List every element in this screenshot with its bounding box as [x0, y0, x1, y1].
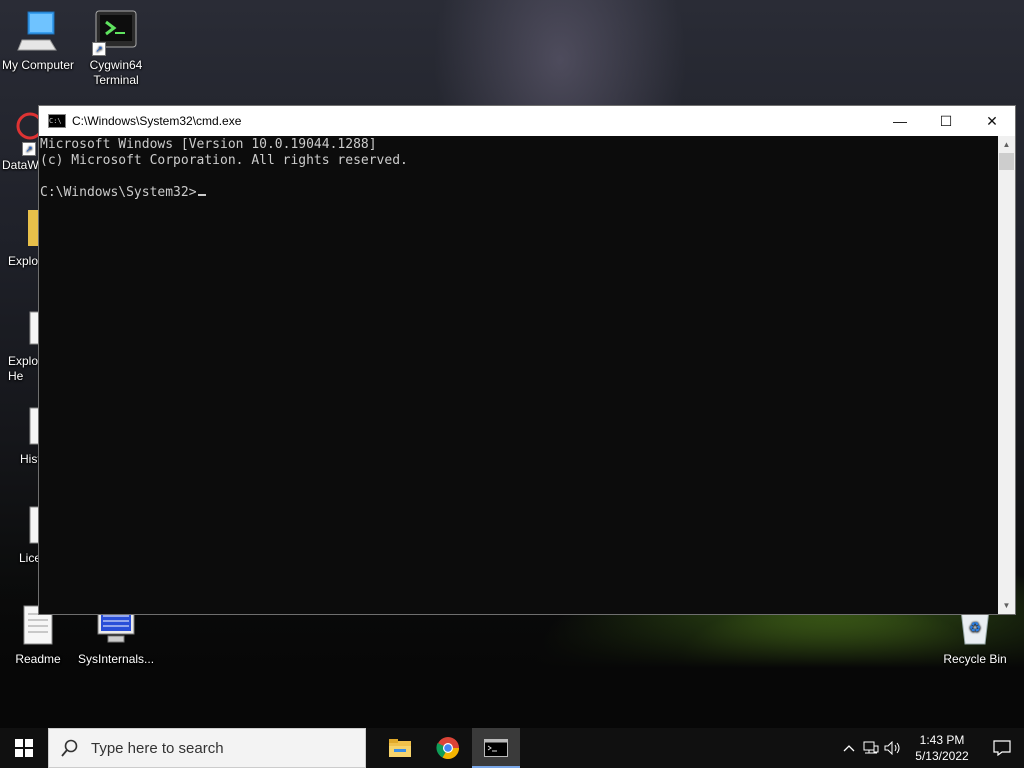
desktop-icon-label: Readme [15, 652, 61, 666]
console-line: Microsoft Windows [Version 10.0.19044.12… [40, 137, 377, 152]
computer-icon [16, 10, 60, 54]
taskbar: 1:43 PM 5/13/2022 [0, 728, 1024, 768]
scroll-down-icon[interactable]: ▼ [998, 597, 1015, 614]
clock-date: 5/13/2022 [915, 749, 969, 763]
window-title: C:\Windows\System32\cmd.exe [72, 114, 242, 128]
chevron-up-icon[interactable] [838, 728, 860, 768]
desktop-icon-my-computer[interactable]: My Computer [0, 10, 76, 73]
start-button[interactable] [0, 728, 48, 768]
cmd-icon [484, 739, 508, 757]
app-icon: ↗ [4, 110, 44, 156]
desktop-icon-label: My Computer [1, 58, 75, 72]
shortcut-arrow-icon: ↗ [22, 142, 36, 156]
window-titlebar[interactable]: C:\ C:\Windows\System32\cmd.exe — ☐ ✕ [39, 106, 1015, 136]
clock-time: 1:43 PM [919, 733, 965, 747]
console-line: (c) Microsoft Corporation. All rights re… [40, 153, 408, 168]
console-prompt: C:\Windows\System32> [40, 185, 197, 200]
svg-text:♻: ♻ [969, 619, 982, 635]
desktop-icon-label: Cygwin64 Terminal [89, 58, 143, 87]
vertical-scrollbar[interactable]: ▲ ▼ [998, 136, 1015, 614]
volume-icon[interactable] [882, 728, 904, 768]
cmd-window[interactable]: C:\ C:\Windows\System32\cmd.exe — ☐ ✕ Mi… [38, 105, 1016, 615]
taskbar-search-box[interactable] [48, 728, 366, 768]
system-tray: 1:43 PM 5/13/2022 [838, 728, 1024, 768]
search-input[interactable] [89, 738, 353, 758]
maximize-button[interactable]: ☐ [923, 106, 969, 136]
chrome-icon [436, 737, 459, 759]
minimize-button[interactable]: — [877, 106, 923, 136]
scroll-thumb[interactable] [999, 153, 1014, 170]
cmd-icon: C:\ [48, 114, 66, 128]
scroll-up-icon[interactable]: ▲ [998, 136, 1015, 153]
console-prompt-line: C:\Windows\System32> [40, 185, 998, 201]
desktop-icon-cygwin64-terminal[interactable]: ↗ Cygwin64 Terminal [78, 10, 154, 88]
taskbar-app-file-explorer[interactable] [376, 728, 424, 768]
console-output[interactable]: Microsoft Windows [Version 10.0.19044.12… [39, 136, 998, 614]
windows-logo-icon [15, 739, 33, 757]
notifications-icon[interactable] [980, 728, 1024, 768]
search-icon [61, 739, 78, 757]
taskbar-app-chrome[interactable] [424, 728, 472, 768]
close-button[interactable]: ✕ [969, 106, 1015, 136]
folder-icon [389, 739, 411, 757]
text-cursor [197, 194, 206, 196]
clock[interactable]: 1:43 PM 5/13/2022 [904, 732, 980, 764]
desktop-icon-label: Recycle Bin [943, 652, 1007, 666]
terminal-icon: ↗ [92, 10, 138, 56]
shortcut-arrow-icon: ↗ [92, 42, 106, 56]
taskbar-app-command-prompt[interactable] [472, 728, 520, 768]
desktop-icon-label: SysInternals... [78, 652, 155, 666]
network-icon[interactable] [860, 728, 882, 768]
